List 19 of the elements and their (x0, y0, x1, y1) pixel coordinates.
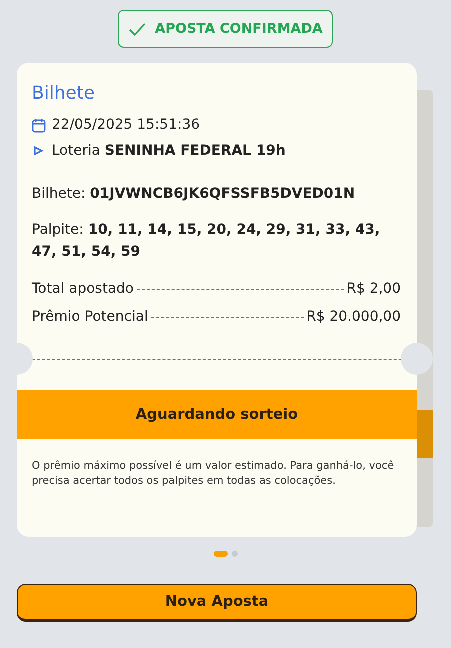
ticket-title: Bilhete (32, 83, 96, 104)
total-label: Total apostado (32, 281, 134, 297)
status-badge: APOSTA CONFIRMADA (118, 10, 333, 48)
status-banner: Aguardando sorteio (17, 390, 417, 439)
ticket-date: 22/05/2025 15:51:36 (52, 117, 200, 133)
calendar-icon (32, 118, 46, 132)
disclaimer-text: O prêmio máximo possível é um valor estimado. Para ganhá-lo, você precisa acertar todos os palpites em todas as colocações. (31, 459, 396, 489)
total-value: R$ 2,00 (346, 281, 401, 297)
total-label: Prêmio Potencial (32, 309, 148, 325)
new-bet-button[interactable]: Nova Aposta (17, 584, 417, 622)
guess-numbers: Palpite: 10, 11, 14, 15, 20, 24, 29, 31, 33, 43, 47, 51, 54, 59 (32, 221, 382, 262)
ticket-code: Bilhete: 01JVWNCB6JK6QFSSFB5DVED01N (32, 185, 356, 204)
next-ticket-band (417, 410, 433, 458)
total-value: R$ 20.000,00 (306, 309, 401, 325)
play-icon (32, 146, 46, 156)
check-icon (129, 22, 146, 36)
lottery-name: Loteria SENINHA FEDERAL 19h (52, 143, 286, 159)
ticket-notch (401, 343, 433, 375)
page-dot[interactable] (232, 551, 238, 557)
